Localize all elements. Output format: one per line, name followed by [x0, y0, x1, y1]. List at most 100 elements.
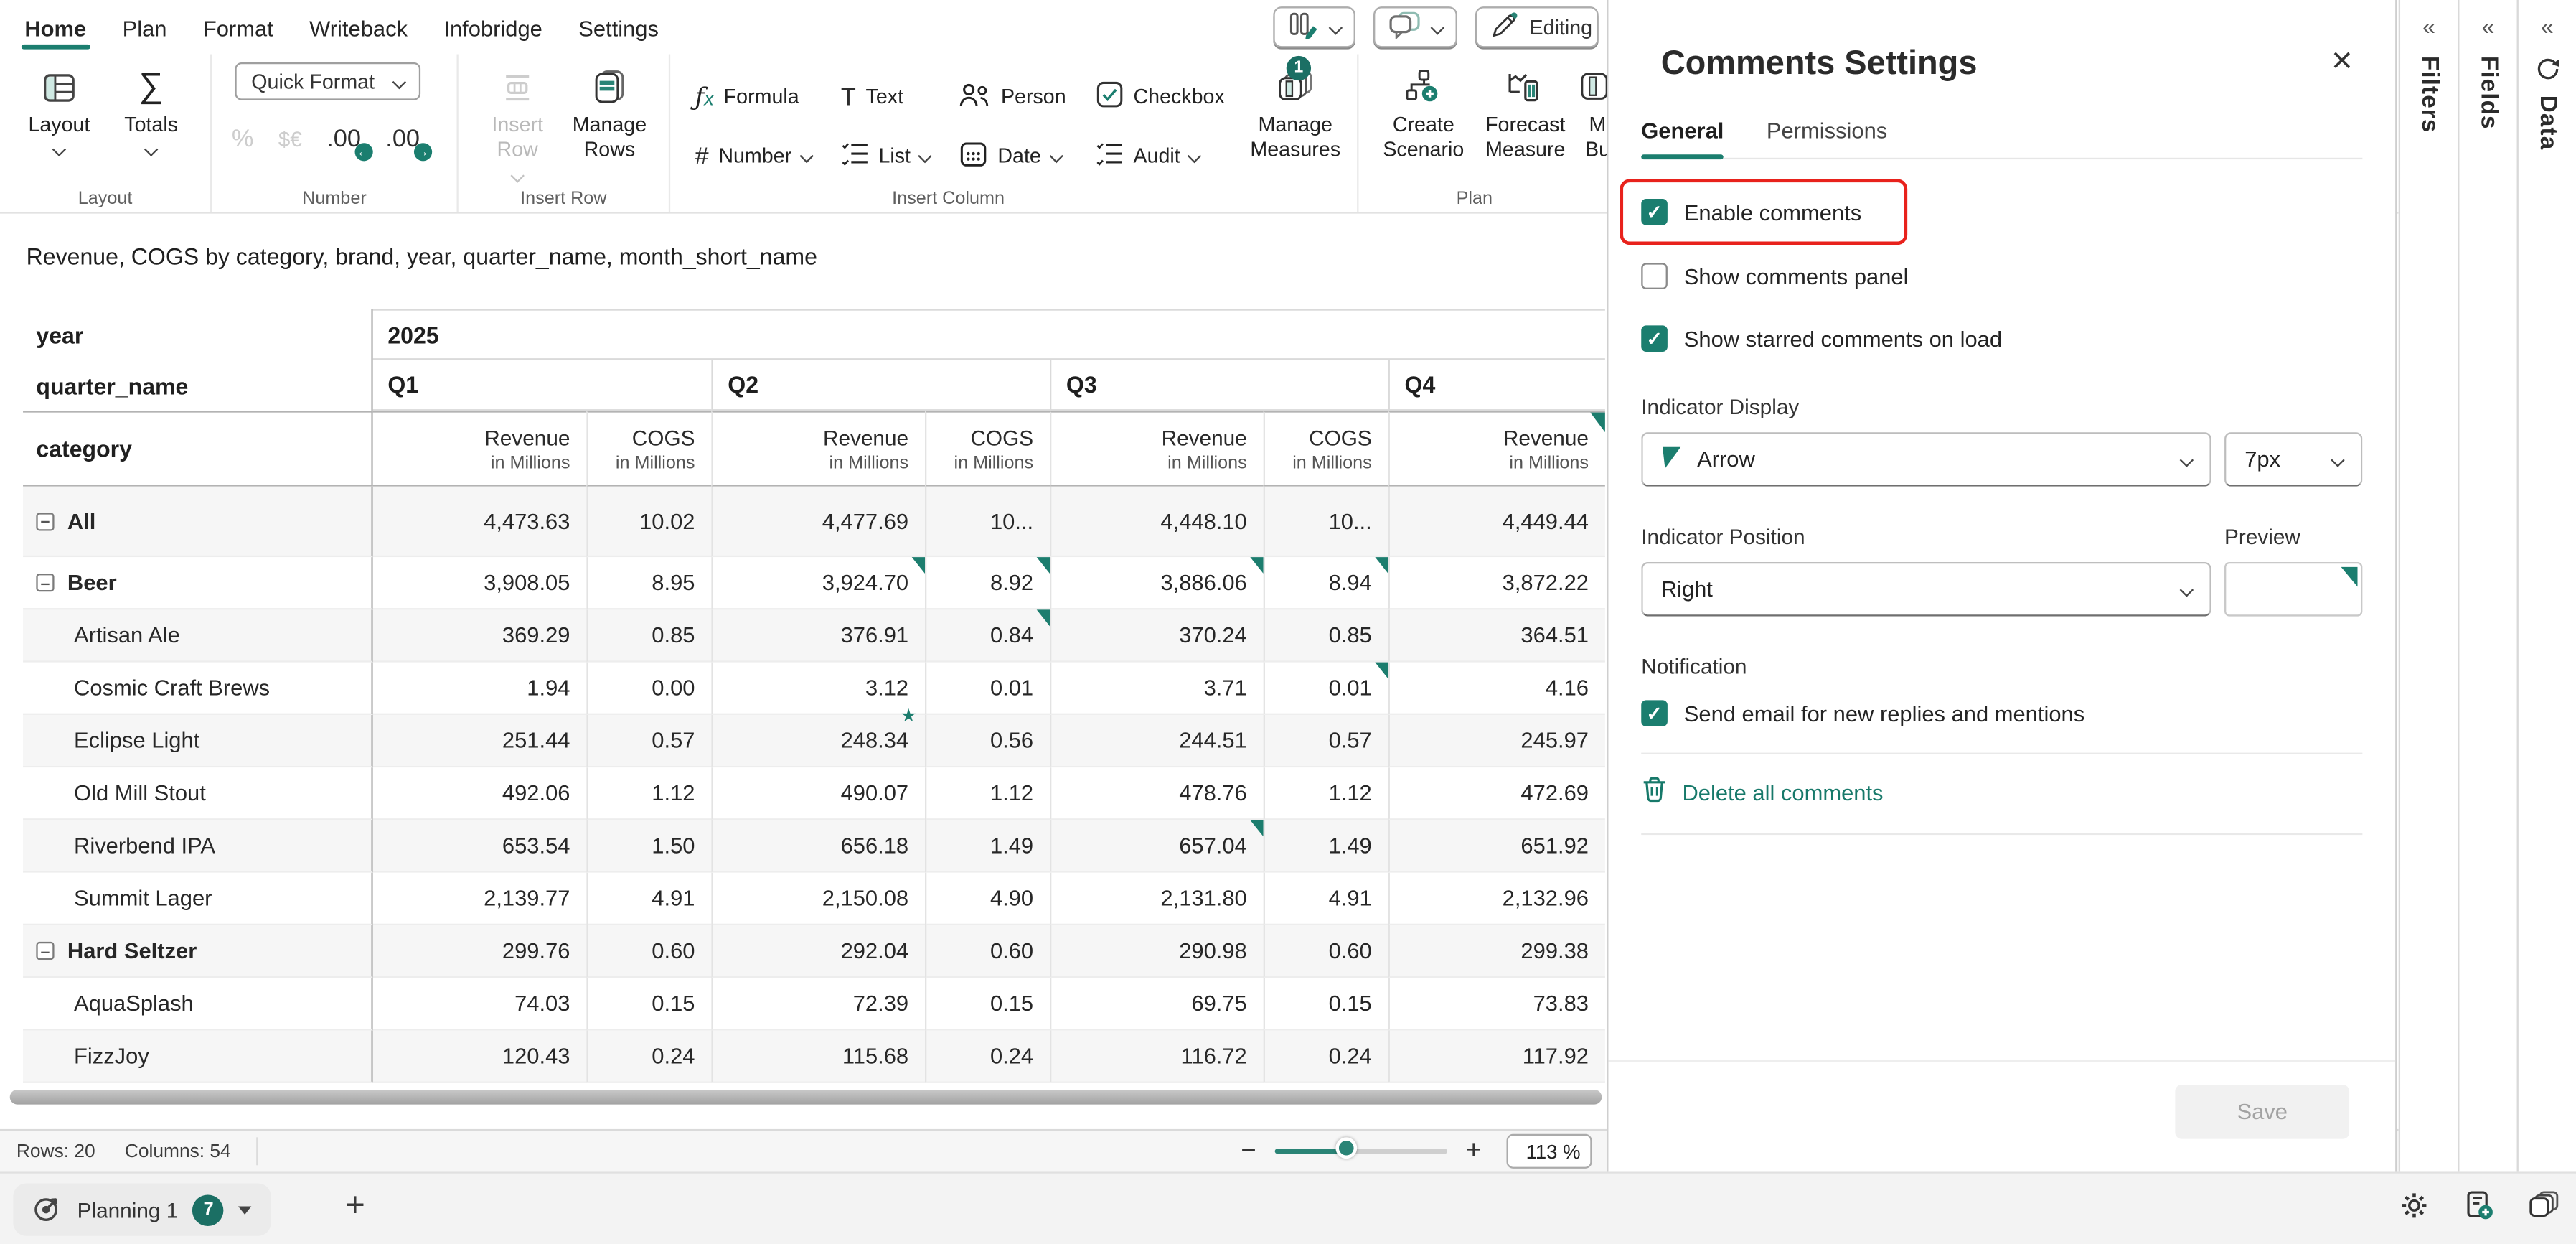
- forecast-measure-button[interactable]: Forecast Measure: [1475, 62, 1576, 163]
- matrix-cell[interactable]: 292.04: [711, 925, 926, 978]
- collapsed-panel-filters[interactable]: « Filters: [2398, 0, 2458, 1172]
- row-label[interactable]: Old Mill Stout: [23, 767, 373, 820]
- tab-permissions[interactable]: Permissions: [1767, 118, 1887, 158]
- matrix-cell[interactable]: 0.60: [925, 925, 1050, 978]
- matrix-cell[interactable]: 1.49: [1263, 820, 1388, 873]
- matrix-cell[interactable]: 10...: [1263, 486, 1388, 558]
- totals-button[interactable]: ∑ Totals: [105, 62, 197, 157]
- matrix-cell[interactable]: 651.92: [1388, 820, 1605, 873]
- enable-comments-checkbox[interactable]: ✓: [1641, 199, 1668, 225]
- matrix-cell[interactable]: 472.69: [1388, 767, 1605, 820]
- zoom-slider[interactable]: [1274, 1137, 1448, 1159]
- zoom-in-button[interactable]: +: [1460, 1136, 1487, 1166]
- menu-tab-home[interactable]: Home: [6, 4, 104, 50]
- comments-dropdown-button[interactable]: [1373, 6, 1457, 48]
- year-header-cell[interactable]: 2025: [372, 309, 1605, 360]
- matrix-cell[interactable]: 4,448.10: [1050, 486, 1264, 558]
- matrix-cell[interactable]: 117.92: [1388, 1030, 1605, 1083]
- matrix-cell[interactable]: 3,924.70: [711, 557, 926, 610]
- quarter-header-q1[interactable]: Q1: [372, 360, 712, 411]
- matrix-cell[interactable]: 0.57: [586, 714, 712, 768]
- matrix-cell[interactable]: 4.16: [1388, 662, 1605, 715]
- decrease-decimal-button[interactable]: .00 ←: [326, 125, 372, 162]
- matrix-cell[interactable]: 492.06: [372, 767, 587, 820]
- matrix-cell[interactable]: 74.03: [372, 978, 587, 1031]
- matrix-cell[interactable]: 3,886.06: [1050, 557, 1264, 610]
- matrix-cell[interactable]: 1.49: [925, 820, 1050, 873]
- insert-date-button[interactable]: Date: [949, 131, 1078, 181]
- matrix-cell[interactable]: 0.01: [1263, 662, 1388, 715]
- matrix-cell[interactable]: 120.43: [372, 1030, 587, 1083]
- matrix-cell[interactable]: 69.75: [1050, 978, 1264, 1031]
- matrix-cell[interactable]: 0.24: [1263, 1030, 1388, 1083]
- measure-header-cell[interactable]: COGS in Millions: [1263, 411, 1388, 487]
- matrix-cell[interactable]: 657.04: [1050, 820, 1264, 873]
- quick-format-dropdown[interactable]: Quick Format: [235, 62, 421, 100]
- settings-gear-icon[interactable]: [2399, 1190, 2430, 1230]
- matrix-cell[interactable]: 8.94: [1263, 557, 1388, 610]
- matrix-cell[interactable]: 1.94: [372, 662, 587, 715]
- collapse-toggle[interactable]: [36, 574, 55, 592]
- menu-tab-infobridge[interactable]: Infobridge: [426, 4, 560, 50]
- field-header-category[interactable]: category: [23, 411, 373, 487]
- expand-panel-icon[interactable]: «: [2482, 13, 2495, 39]
- matrix-cell[interactable]: 0.56: [925, 714, 1050, 768]
- matrix-cell[interactable]: 0.01: [925, 662, 1050, 715]
- matrix-cell[interactable]: 290.98: [1050, 925, 1264, 978]
- menu-tab-writeback[interactable]: Writeback: [291, 4, 426, 50]
- menu-tab-plan[interactable]: Plan: [104, 4, 184, 50]
- matrix-cell[interactable]: 244.51: [1050, 714, 1264, 768]
- matrix-cell[interactable]: 0.24: [925, 1030, 1050, 1083]
- insert-person-button[interactable]: Person: [949, 73, 1078, 122]
- matrix-cell[interactable]: 8.92: [925, 557, 1050, 610]
- insert-checkbox-button[interactable]: Checkbox: [1084, 73, 1236, 122]
- collapse-toggle[interactable]: [36, 512, 55, 530]
- matrix-cell[interactable]: 3,908.05: [372, 557, 587, 610]
- zoom-level-value[interactable]: 113 %: [1506, 1133, 1592, 1169]
- comment-indicator-icon[interactable]: [1250, 820, 1264, 837]
- matrix-cell[interactable]: 2,131.80: [1050, 872, 1264, 926]
- show-comments-panel-checkbox[interactable]: [1641, 263, 1668, 289]
- comment-indicator-icon[interactable]: [911, 557, 926, 574]
- expand-panel-icon[interactable]: «: [2422, 13, 2435, 39]
- insert-audit-button[interactable]: Audit: [1084, 131, 1236, 181]
- matrix-cell[interactable]: 478.76: [1050, 767, 1264, 820]
- matrix-cell[interactable]: 0.15: [1263, 978, 1388, 1031]
- collapsed-panel-fields[interactable]: « Fields: [2458, 0, 2517, 1172]
- matrix-cell[interactable]: 115.68: [711, 1030, 926, 1083]
- insert-row-button[interactable]: Insert Row: [471, 62, 563, 183]
- matrix-cell[interactable]: 2,132.96: [1388, 872, 1605, 926]
- row-label[interactable]: FizzJoy: [23, 1030, 373, 1083]
- row-label[interactable]: Artisan Ale: [23, 609, 373, 663]
- add-document-icon[interactable]: [2464, 1190, 2493, 1230]
- increase-decimal-button[interactable]: .00 →: [385, 125, 432, 162]
- sheet-tab-planning-1[interactable]: Planning 1 7: [13, 1183, 272, 1236]
- matrix-cell[interactable]: 653.54: [372, 820, 587, 873]
- matrix-cell[interactable]: 0.57: [1263, 714, 1388, 768]
- menu-tab-format[interactable]: Format: [185, 4, 291, 50]
- matrix-cell[interactable]: 299.38: [1388, 925, 1605, 978]
- matrix-cell[interactable]: 369.29: [372, 609, 587, 663]
- matrix-cell[interactable]: 4.91: [1263, 872, 1388, 926]
- matrix-cell[interactable]: 490.07: [711, 767, 926, 820]
- matrix-cell[interactable]: 4,477.69: [711, 486, 926, 558]
- row-label[interactable]: Eclipse Light: [23, 714, 373, 768]
- matrix-cell[interactable]: 72.39: [711, 978, 926, 1031]
- close-icon[interactable]: ×: [2331, 42, 2352, 79]
- expand-panel-icon[interactable]: «: [2541, 13, 2554, 39]
- measure-header-cell[interactable]: Revenue in Millions: [1388, 411, 1605, 487]
- collapsed-panel-data[interactable]: « Data: [2516, 0, 2576, 1172]
- matrix-cell[interactable]: 0.60: [1263, 925, 1388, 978]
- measure-header-cell[interactable]: Revenue in Millions: [1050, 411, 1264, 487]
- matrix-cell[interactable]: 251.44: [372, 714, 587, 768]
- create-scenario-button[interactable]: Create Scenario: [1373, 62, 1475, 163]
- delete-all-comments-button[interactable]: Delete all comments: [1641, 772, 2362, 812]
- comment-indicator-icon[interactable]: [1036, 609, 1050, 627]
- matrix-cell[interactable]: 10.02: [586, 486, 712, 558]
- comment-indicator-icon[interactable]: [1036, 557, 1050, 574]
- matrix-cell[interactable]: 0.84: [925, 609, 1050, 663]
- zoom-slider-thumb[interactable]: [1335, 1137, 1358, 1159]
- currency-format-icon[interactable]: $€: [278, 126, 302, 151]
- matrix-cell[interactable]: 3.12: [711, 662, 926, 715]
- caret-down-icon[interactable]: [239, 1205, 253, 1214]
